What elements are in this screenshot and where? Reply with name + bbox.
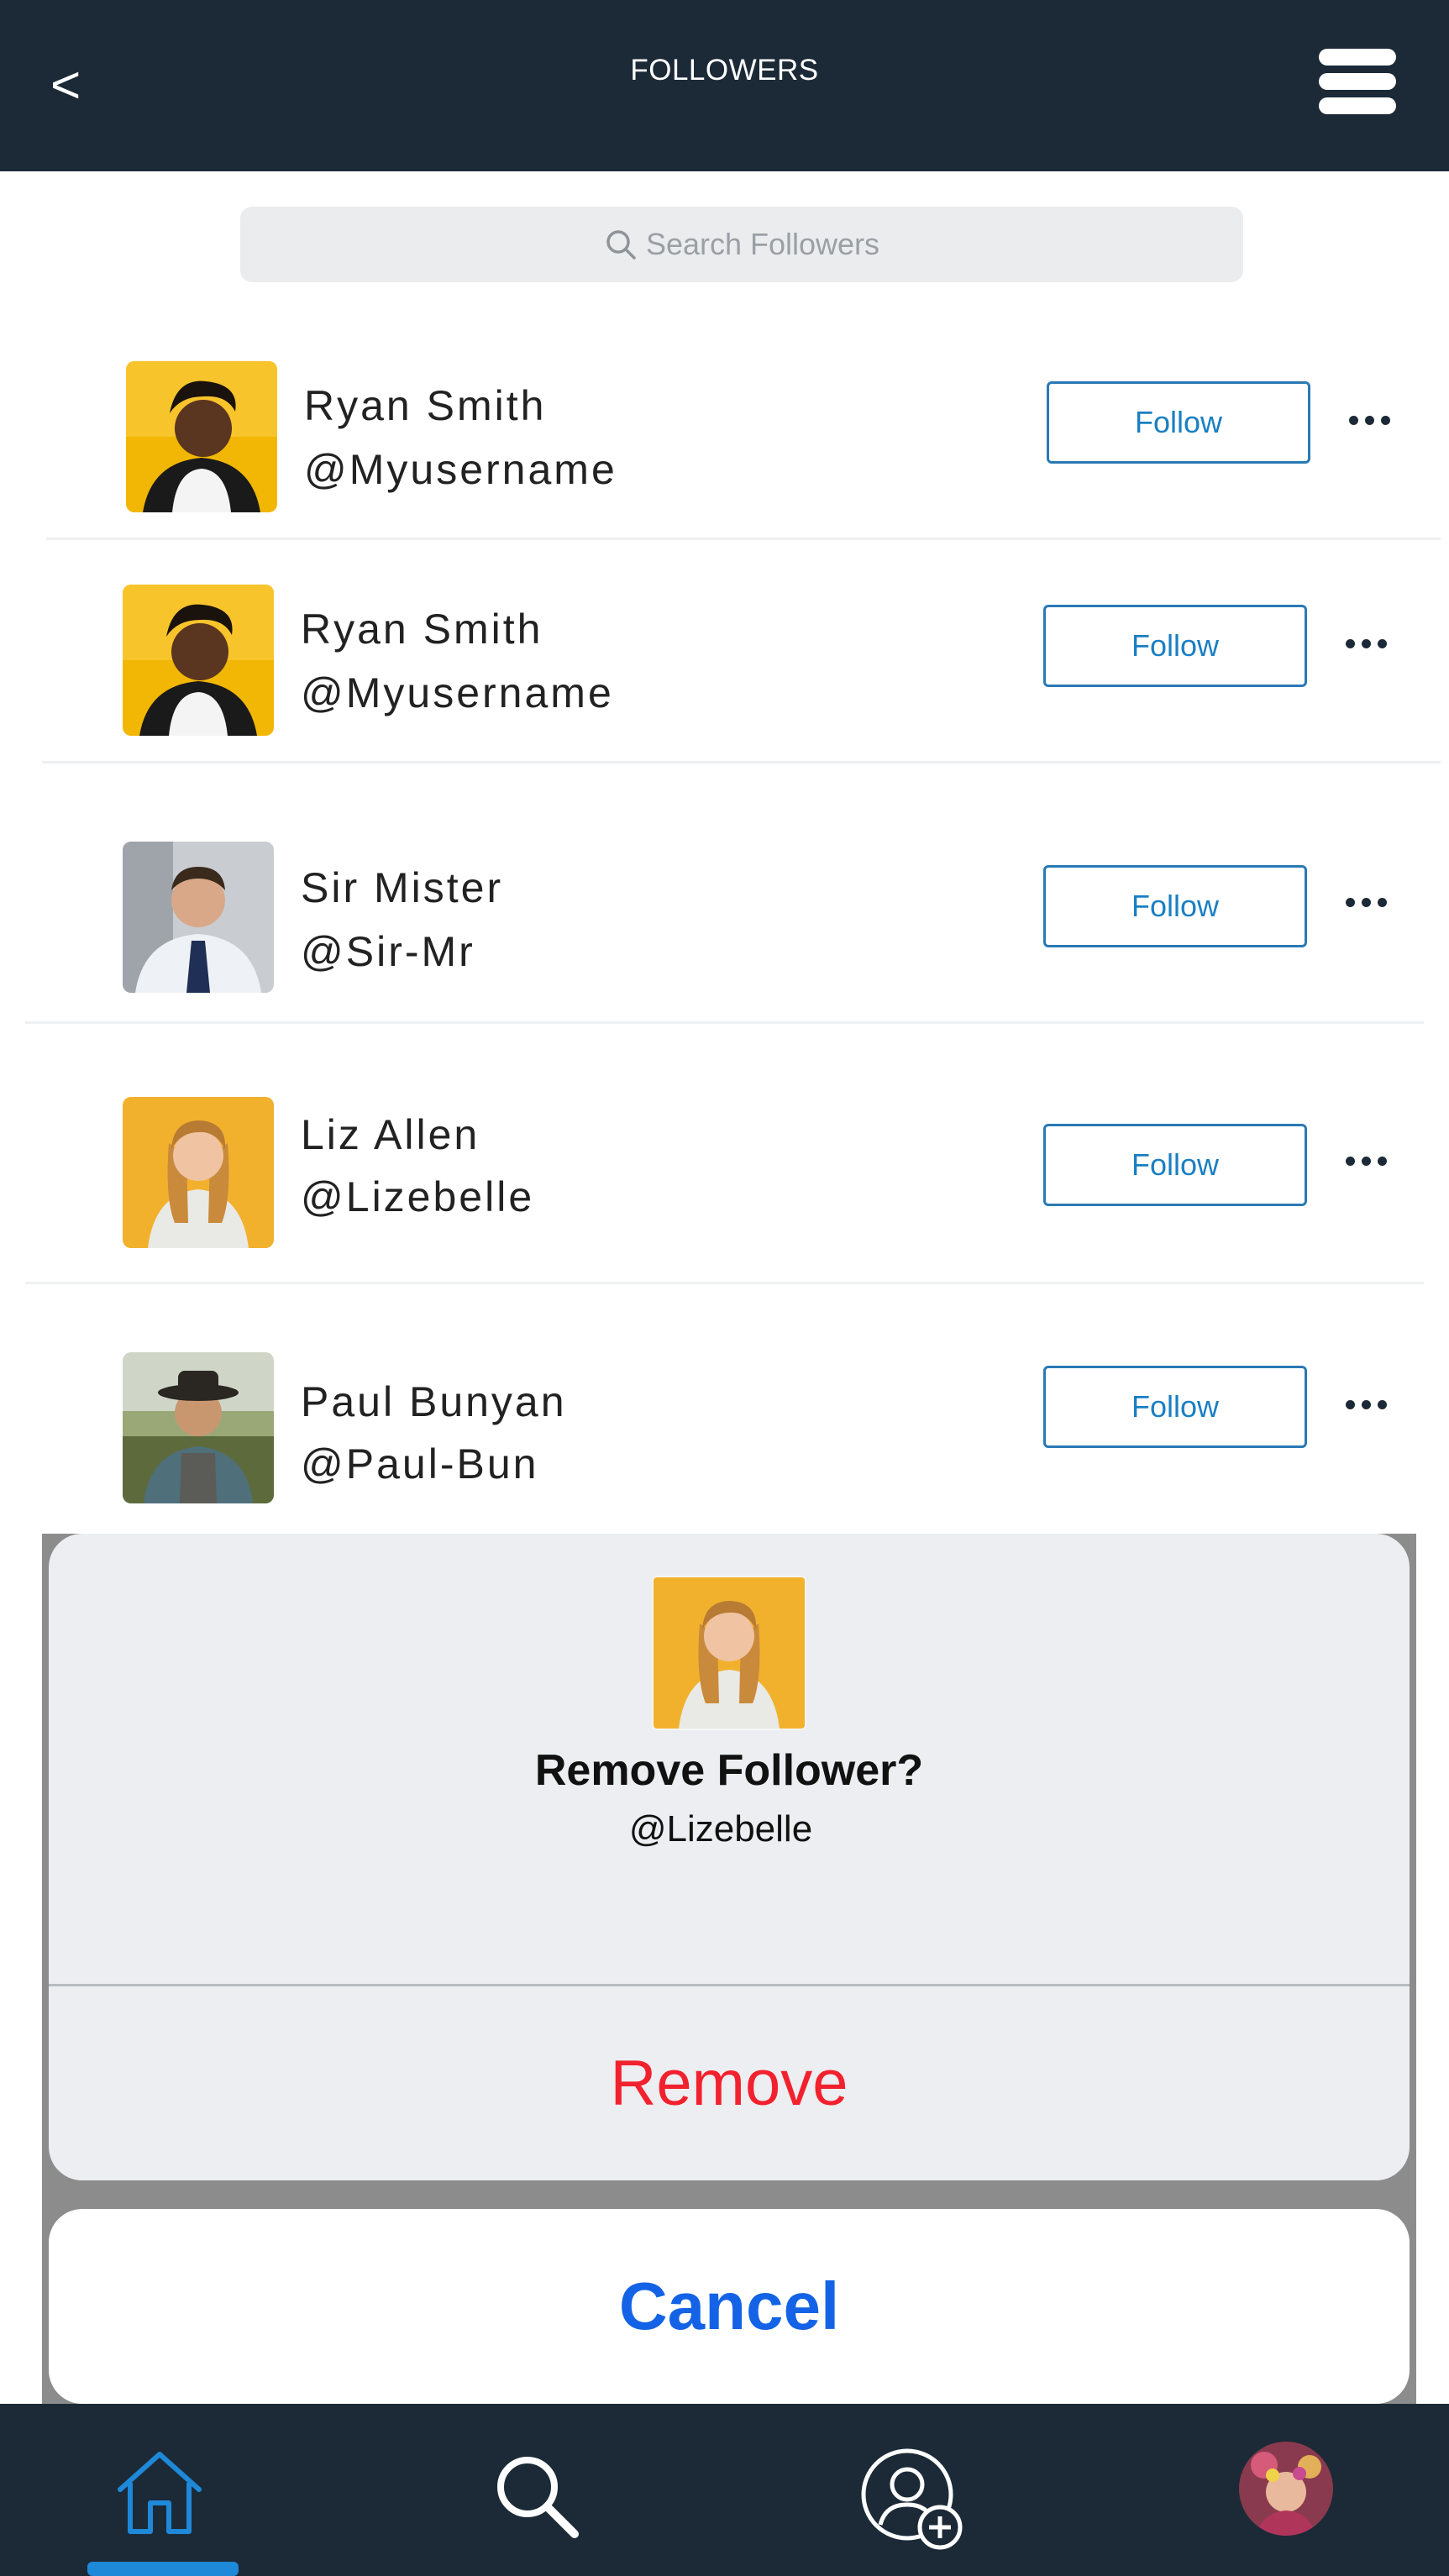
row-divider [25, 1021, 1424, 1024]
follower-row: Paul Bunyan @Paul-Bun Follow [0, 1344, 1449, 1512]
follower-handle: @Paul-Bun [301, 1440, 539, 1487]
follow-button[interactable]: Follow [1047, 381, 1310, 464]
follower-avatar[interactable] [123, 842, 274, 993]
follower-name: Sir Mister [301, 864, 504, 911]
more-options-icon[interactable] [1341, 632, 1391, 657]
follower-avatar[interactable] [126, 361, 277, 512]
follower-avatar[interactable] [123, 1352, 274, 1503]
follower-name: Ryan Smith [304, 382, 547, 429]
top-bar: < FOLLOWERS [0, 0, 1449, 171]
row-divider [42, 761, 1441, 763]
sheet-handle: @Lizebelle [628, 1808, 813, 1849]
follow-button[interactable]: Follow [1043, 1124, 1307, 1206]
home-icon[interactable] [113, 2447, 206, 2540]
follower-handle: @Sir-Mr [301, 928, 475, 975]
search-placeholder: Search Followers [645, 227, 880, 261]
follower-name: Paul Bunyan [301, 1378, 567, 1425]
follower-row: Sir Mister @Sir-Mr Follow [0, 833, 1449, 1024]
followers-screen: < FOLLOWERS Search Followers Ryan Smith … [0, 0, 1449, 2576]
sheet-avatar [652, 1576, 806, 1730]
search-icon [606, 230, 636, 260]
more-options-icon[interactable] [1341, 1393, 1391, 1418]
menu-icon[interactable] [1319, 49, 1396, 114]
sheet-title: Remove Follower? [534, 1746, 924, 1795]
page-title: FOLLOWERS [630, 54, 819, 87]
search-input[interactable]: Search Followers [240, 207, 1243, 282]
profile-avatar[interactable] [1239, 2442, 1333, 2536]
add-user-icon[interactable] [857, 2444, 966, 2553]
row-divider [46, 538, 1441, 540]
follower-avatar[interactable] [123, 585, 274, 736]
row-divider [25, 1282, 1424, 1284]
remove-follower-sheet: Remove Follower? @Lizebelle Remove [49, 1534, 1410, 2180]
more-options-icon[interactable] [1344, 408, 1394, 433]
follower-handle: @Myusername [304, 446, 617, 493]
follower-row: Ryan Smith @Myusername Follow [0, 353, 1449, 540]
more-options-icon[interactable] [1341, 1149, 1391, 1174]
more-options-icon[interactable] [1341, 890, 1391, 916]
bottom-nav [0, 2404, 1449, 2576]
active-tab-indicator [87, 2562, 239, 2576]
follower-row: Liz Allen @Lizebelle Follow [0, 1089, 1449, 1284]
follow-button[interactable]: Follow [1043, 605, 1307, 687]
follower-row: Ryan Smith @Myusername Follow [0, 576, 1449, 763]
follower-handle: @Lizebelle [301, 1173, 535, 1220]
remove-button[interactable]: Remove [49, 1986, 1410, 2180]
follower-avatar[interactable] [123, 1097, 274, 1248]
follower-name: Liz Allen [301, 1111, 480, 1158]
follow-button[interactable]: Follow [1043, 1366, 1307, 1448]
follower-handle: @Myusername [301, 669, 614, 716]
search-icon[interactable] [491, 2450, 583, 2542]
follow-button[interactable]: Follow [1043, 865, 1307, 947]
cancel-button[interactable]: Cancel [49, 2209, 1410, 2404]
follower-name: Ryan Smith [301, 606, 543, 653]
